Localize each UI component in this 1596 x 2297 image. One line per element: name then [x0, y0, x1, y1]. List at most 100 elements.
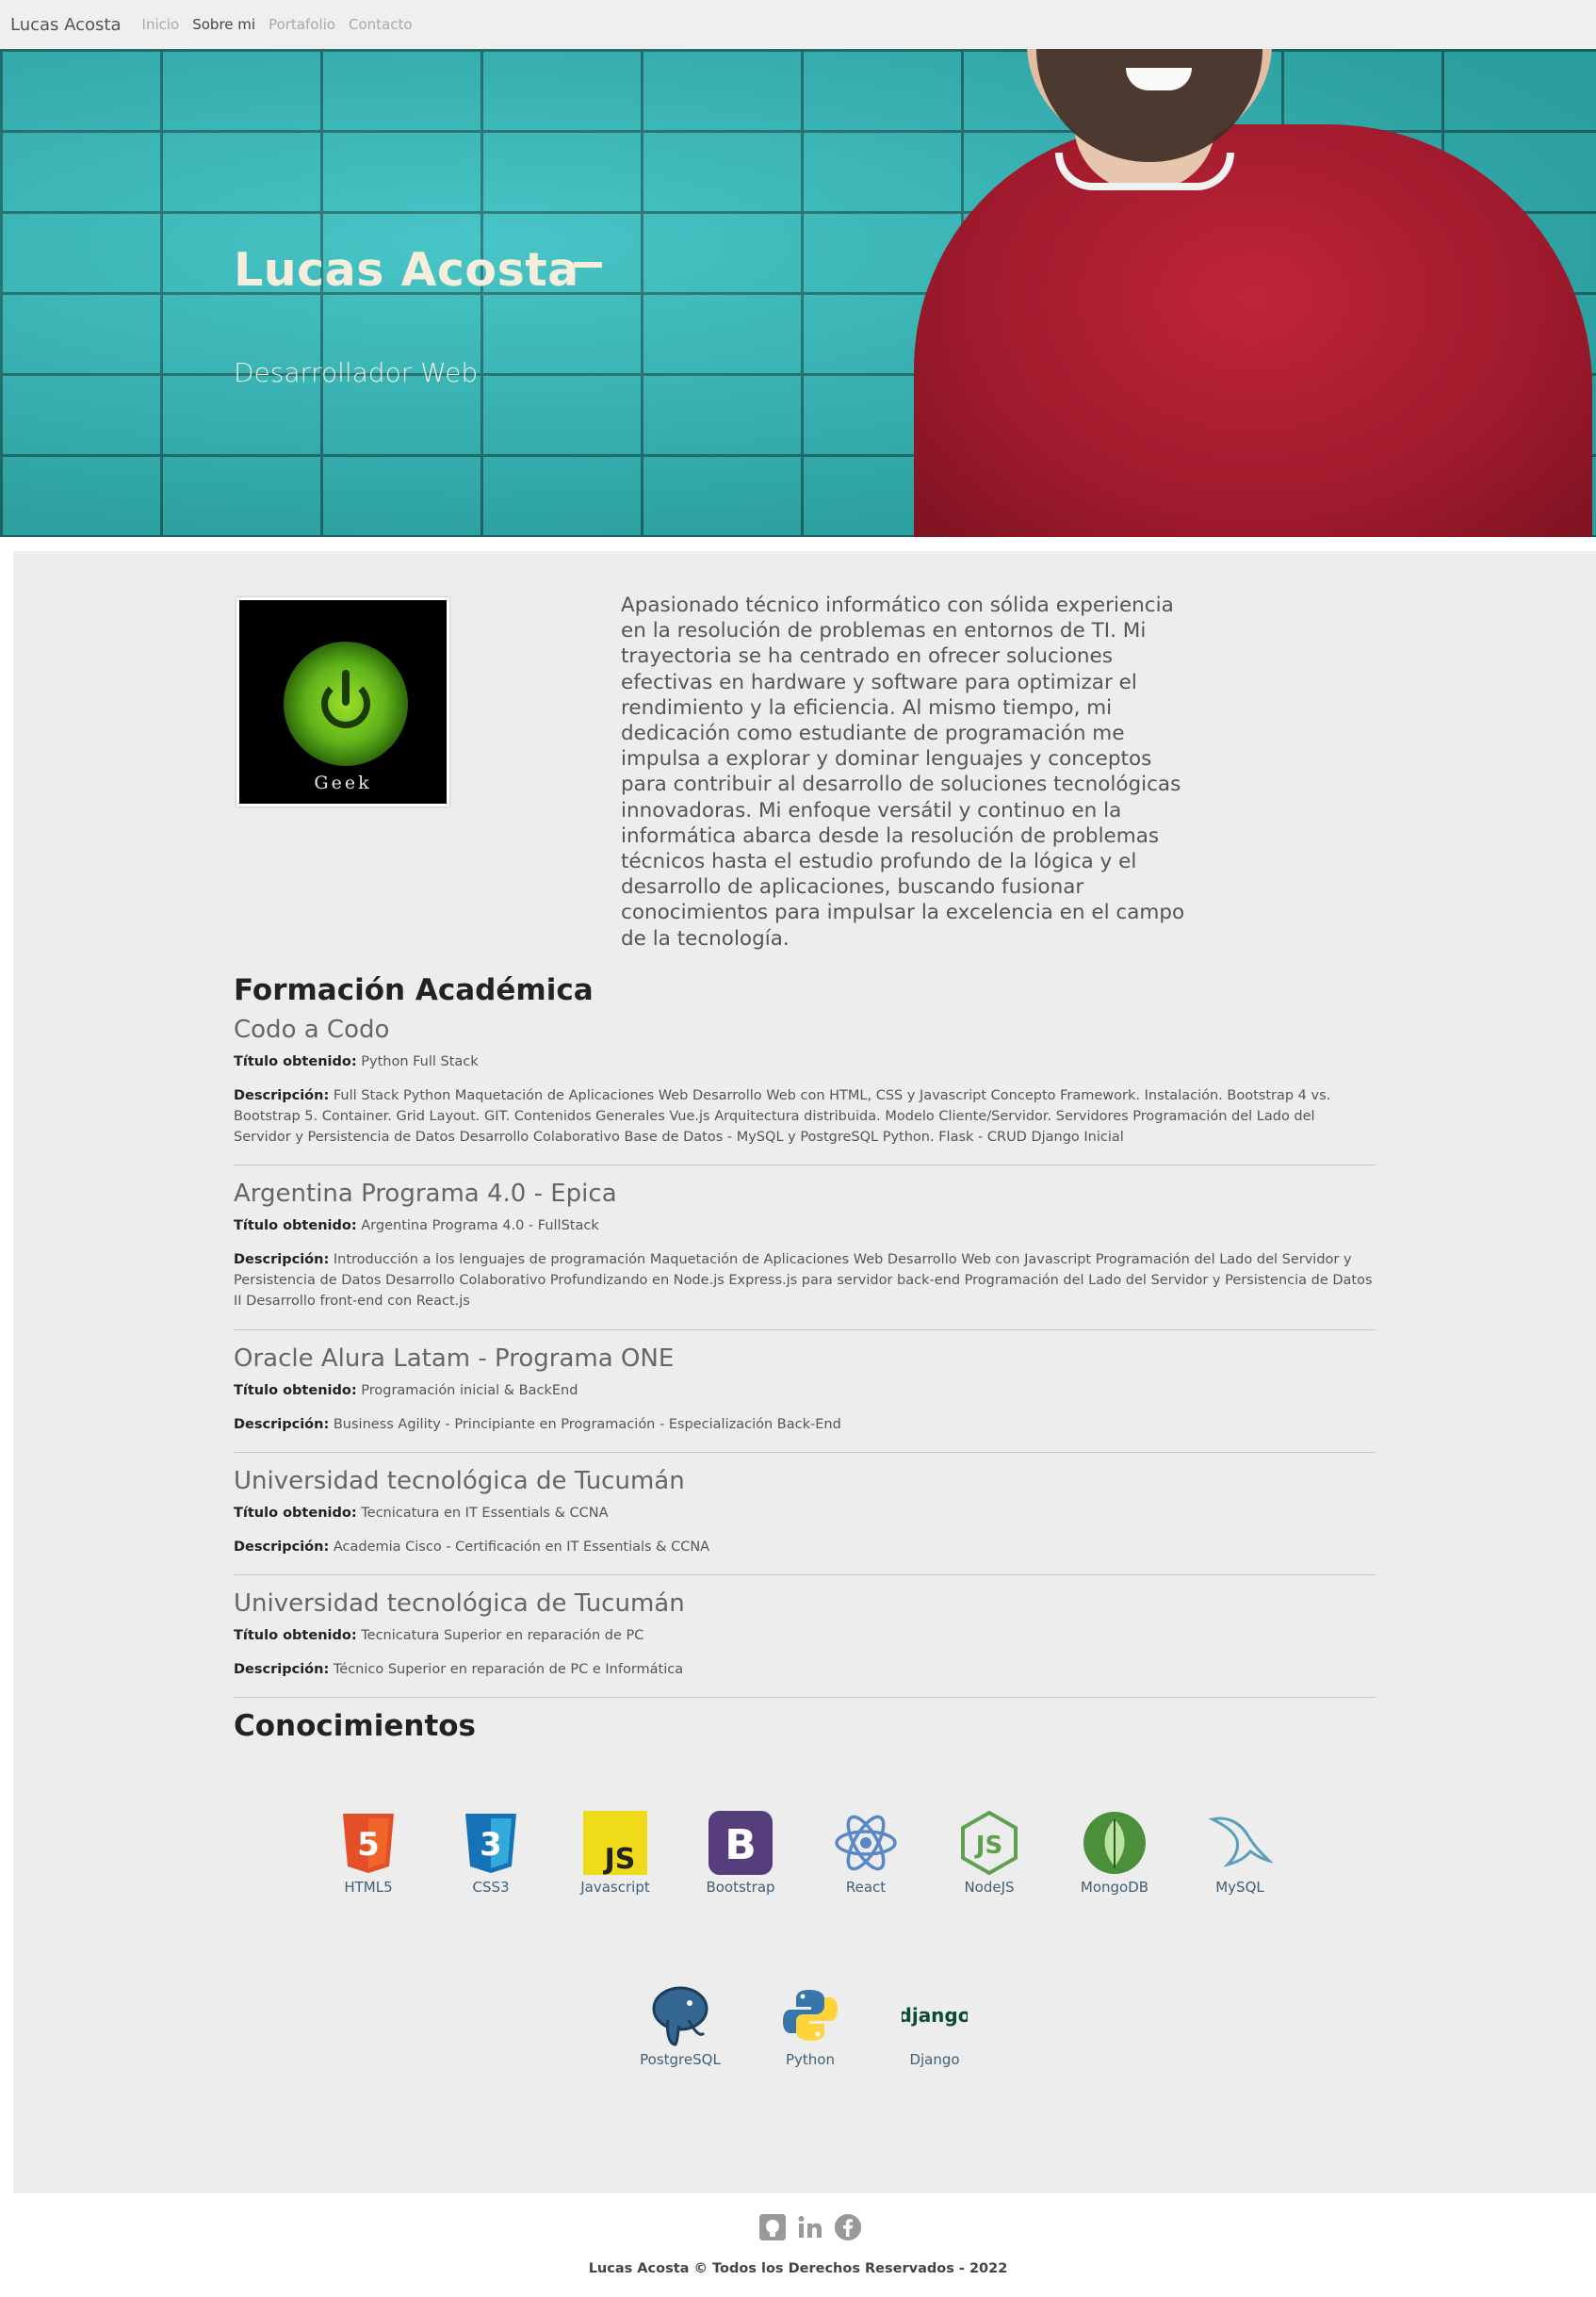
profile-image: Geek — [236, 597, 449, 806]
skill-python: Python — [763, 1982, 857, 2068]
divider — [234, 1574, 1376, 1575]
degree-label: Título obtenido: — [234, 1383, 357, 1398]
svg-text:5: 5 — [357, 1826, 380, 1864]
skills-title: Conocimientos — [234, 1709, 477, 1743]
skill-label: Django — [909, 2051, 960, 2068]
hero-banner: Lucas Acosta Desarrollador Web — [0, 49, 1596, 537]
mysql-icon — [1207, 1810, 1274, 1876]
education-description: Descripción: Business Agility - Principi… — [234, 1414, 1376, 1435]
description-label: Descripción: — [234, 1539, 330, 1555]
degree-label: Título obtenido: — [234, 1218, 357, 1233]
skill-label: CSS3 — [472, 1879, 510, 1896]
divider — [234, 1697, 1376, 1698]
description-value: Técnico Superior en reparación de PC e I… — [333, 1662, 684, 1677]
skill-html5: 5 HTML5 — [321, 1810, 415, 1896]
skill-label: Javascript — [580, 1879, 650, 1896]
django-icon: django — [899, 1982, 971, 2048]
degree-value: Argentina Programa 4.0 - FullStack — [361, 1218, 599, 1233]
svg-text:3: 3 — [480, 1826, 502, 1864]
hero-title: Lucas Acosta — [234, 243, 579, 297]
skill-label: Python — [786, 2051, 835, 2068]
skill-css3: 3 CSS3 — [444, 1810, 538, 1896]
education-degree: Título obtenido: Argentina Programa 4.0 … — [234, 1215, 1376, 1236]
skill-postgresql: PostgreSQL — [633, 1982, 727, 2068]
nav-portafolio[interactable]: Portafolio — [269, 16, 335, 33]
skill-react: React — [819, 1810, 913, 1896]
education-item: Argentina Programa 4.0 - Epica Título ob… — [234, 1180, 1376, 1311]
python-icon — [777, 1982, 843, 2048]
degree-value: Tecnicatura en IT Essentials & CCNA — [361, 1506, 609, 1521]
skill-javascript: JS Javascript — [568, 1810, 662, 1896]
power-line — [342, 670, 350, 706]
education-institution: Argentina Programa 4.0 - Epica — [234, 1180, 617, 1208]
css3-icon: 3 — [458, 1810, 524, 1876]
nav-contacto[interactable]: Contacto — [349, 16, 413, 33]
brand-link[interactable]: Lucas Acosta — [10, 15, 122, 35]
nav-sobre-mi[interactable]: Sobre mi — [192, 16, 255, 33]
education-institution: Universidad tecnológica de Tucumán — [234, 1467, 685, 1495]
skill-nodejs: JS NodeJS — [942, 1810, 1036, 1896]
skill-label: React — [845, 1879, 887, 1896]
bootstrap-icon: B — [708, 1810, 774, 1876]
skill-mysql: MySQL — [1193, 1810, 1287, 1896]
education-institution: Codo a Codo — [234, 1016, 390, 1044]
about-text: Apasionado técnico informático con sólid… — [621, 594, 1185, 951]
education-degree: Título obtenido: Tecnicatura en IT Essen… — [234, 1503, 1376, 1523]
description-value: Academia Cisco - Certificación en IT Ess… — [333, 1539, 710, 1555]
hero-person-image — [895, 49, 1596, 537]
education-description: Descripción: Introducción a los lenguaje… — [234, 1249, 1376, 1311]
education-title: Formación Académica — [234, 973, 594, 1007]
skill-bootstrap: B Bootstrap — [693, 1810, 788, 1896]
education-institution: Oracle Alura Latam - Programa ONE — [234, 1344, 675, 1373]
nodejs-icon: JS — [956, 1810, 1022, 1876]
mongodb-icon — [1082, 1810, 1148, 1876]
education-item: Codo a Codo Título obtenido: Python Full… — [234, 1016, 1376, 1148]
skill-label: Bootstrap — [706, 1879, 775, 1896]
description-value: Business Agility - Principiante en Progr… — [333, 1417, 841, 1432]
divider — [234, 1452, 1376, 1453]
description-value: Full Stack Python Maquetación de Aplicac… — [234, 1088, 1331, 1145]
education-degree: Título obtenido: Tecnicatura Superior en… — [234, 1625, 1376, 1646]
skill-django: django Django — [888, 1982, 982, 2068]
footer-copyright: Lucas Acosta © Todos los Derechos Reserv… — [588, 2261, 1008, 2276]
degree-label: Título obtenido: — [234, 1506, 357, 1521]
education-institution: Universidad tecnológica de Tucumán — [234, 1589, 685, 1618]
react-icon — [833, 1810, 899, 1876]
svg-text:JS: JS — [974, 1832, 1002, 1860]
description-label: Descripción: — [234, 1252, 330, 1267]
skill-label: PostgreSQL — [640, 2051, 721, 2068]
navbar: Lucas Acosta Inicio Sobre mi Portafolio … — [0, 0, 1596, 49]
education-description: Descripción: Academia Cisco - Certificac… — [234, 1537, 1376, 1557]
profile-image-label: Geek — [314, 773, 372, 793]
hero-cursor — [574, 262, 602, 268]
svg-text:JS: JS — [603, 1843, 636, 1876]
degree-value: Python Full Stack — [361, 1054, 479, 1069]
degree-value: Tecnicatura Superior en reparación de PC — [361, 1628, 644, 1643]
svg-text:django: django — [902, 2004, 968, 2027]
education-degree: Título obtenido: Python Full Stack — [234, 1051, 1376, 1072]
education-item: Universidad tecnológica de Tucumán Títul… — [234, 1467, 1376, 1557]
education-description: Descripción: Full Stack Python Maquetaci… — [234, 1085, 1376, 1148]
html5-icon: 5 — [335, 1810, 401, 1876]
footer-social-icons — [759, 2210, 872, 2244]
degree-label: Título obtenido: — [234, 1054, 357, 1069]
nav-inicio[interactable]: Inicio — [142, 16, 180, 33]
divider — [234, 1329, 1376, 1330]
description-value: Introducción a los lenguajes de programa… — [234, 1252, 1373, 1309]
education-item: Universidad tecnológica de Tucumán Títul… — [234, 1589, 1376, 1680]
skill-label: NodeJS — [964, 1879, 1015, 1896]
degree-label: Título obtenido: — [234, 1628, 357, 1643]
education-item: Oracle Alura Latam - Programa ONE Título… — [234, 1344, 1376, 1435]
javascript-icon: JS — [582, 1810, 648, 1876]
github-icon[interactable] — [759, 2214, 786, 2240]
linkedin-icon[interactable] — [797, 2214, 823, 2240]
skill-label: HTML5 — [344, 1879, 393, 1896]
description-label: Descripción: — [234, 1662, 330, 1677]
description-label: Descripción: — [234, 1417, 330, 1432]
postgresql-icon — [647, 1982, 713, 2048]
skill-label: MySQL — [1215, 1879, 1264, 1896]
facebook-icon[interactable] — [835, 2214, 861, 2240]
education-description: Descripción: Técnico Superior en reparac… — [234, 1659, 1376, 1680]
degree-value: Programación inicial & BackEnd — [361, 1383, 578, 1398]
power-icon — [284, 642, 408, 766]
